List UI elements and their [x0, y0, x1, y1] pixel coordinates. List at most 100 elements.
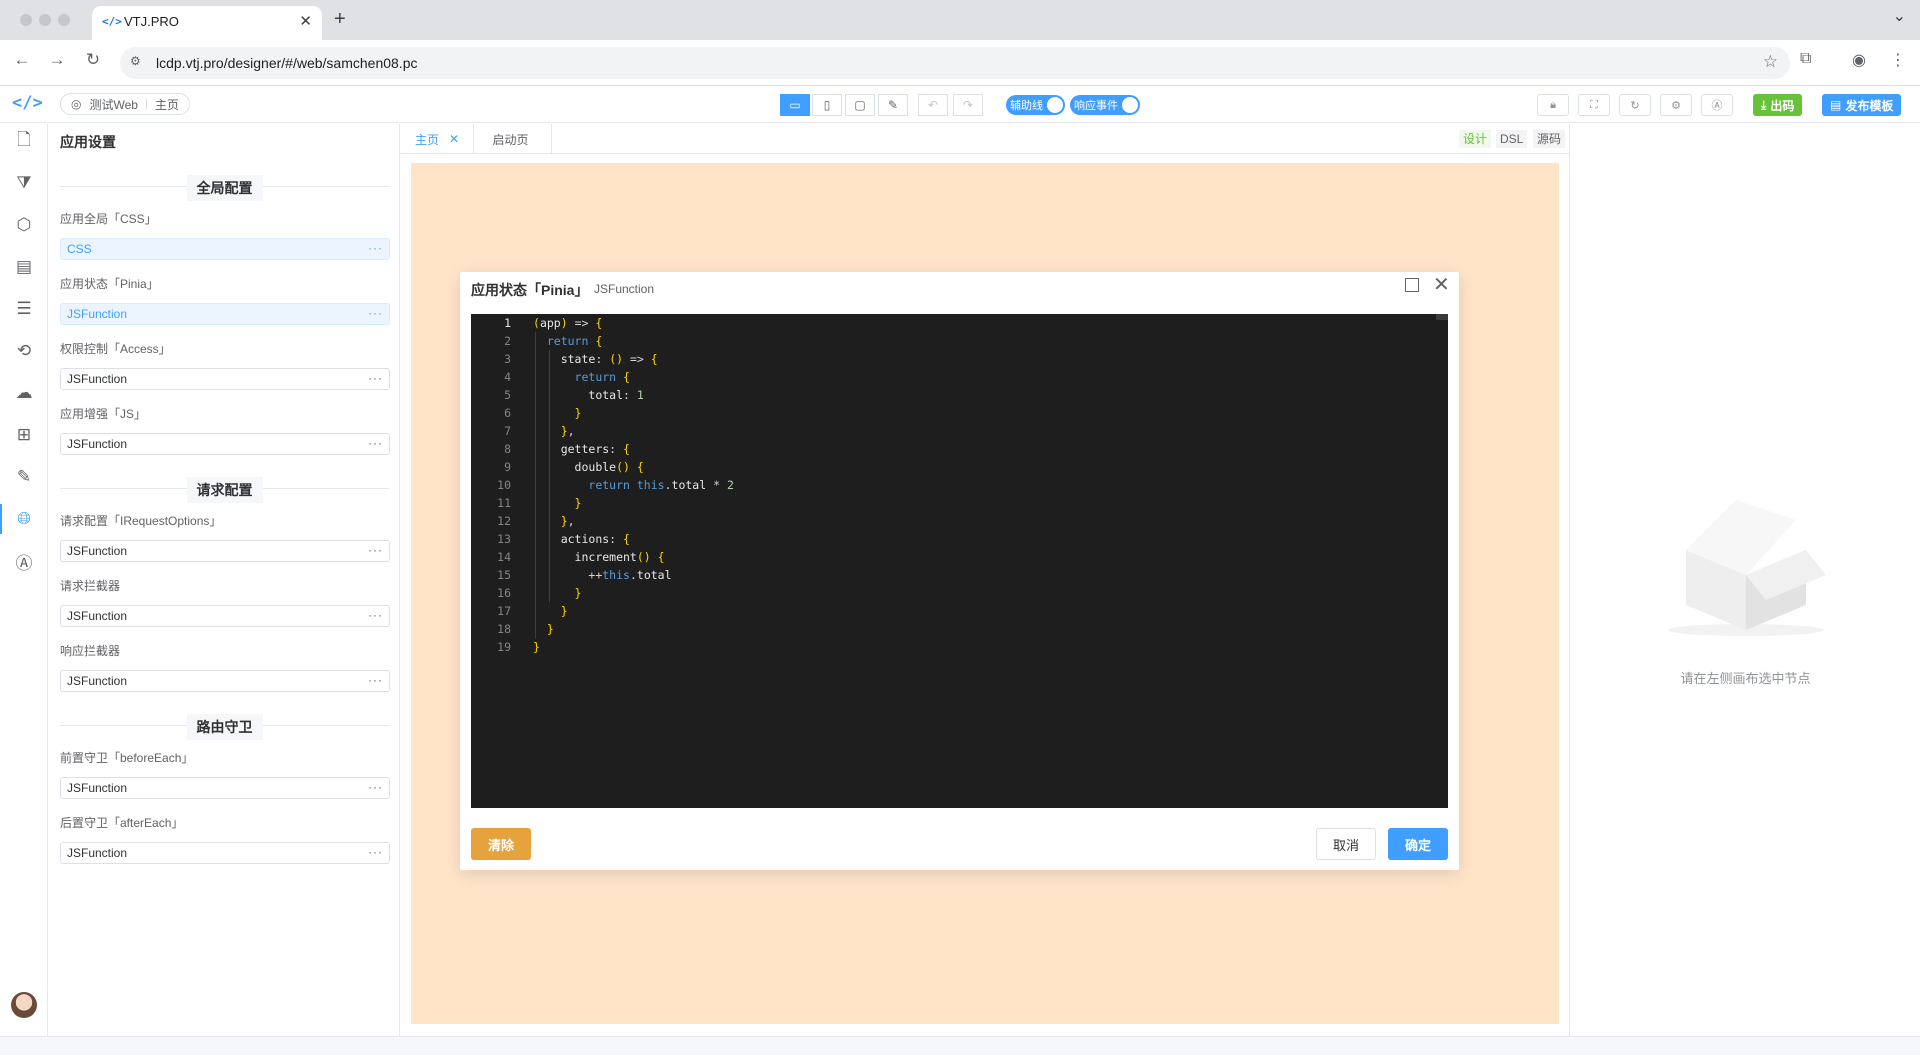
- code-line[interactable]: increment() {: [533, 550, 665, 568]
- tab-home[interactable]: 主页 ✕: [401, 124, 475, 154]
- publish-template-button[interactable]: ▤ 发布模板: [1822, 94, 1902, 116]
- extensions-icon[interactable]: ⧉: [1800, 50, 1811, 68]
- guides-toggle[interactable]: 辅助线: [1006, 95, 1065, 115]
- access-field[interactable]: JSFunction ···: [60, 368, 390, 390]
- code-line[interactable]: }: [533, 406, 582, 424]
- close-icon[interactable]: ✕: [1433, 272, 1450, 297]
- forward-arrow-icon[interactable]: →: [45, 50, 69, 70]
- clear-button[interactable]: 清除: [471, 828, 531, 860]
- pages-icon[interactable]: 🗋︎: [0, 126, 48, 156]
- request-interceptor-field[interactable]: JSFunction ···: [60, 605, 390, 627]
- confirm-button[interactable]: 确定: [1388, 828, 1448, 860]
- address-bar[interactable]: ⚙ lcdp.vtj.pro/designer/#/web/samchen08.…: [120, 47, 1790, 79]
- api-cloud-icon[interactable]: ☁: [0, 378, 48, 408]
- events-toggle[interactable]: 响应事件: [1070, 95, 1140, 115]
- history-icon[interactable]: ⟲: [0, 336, 48, 366]
- view-design-button[interactable]: 设计: [1459, 130, 1492, 148]
- code-line[interactable]: }: [533, 586, 582, 604]
- code-line[interactable]: },: [533, 424, 575, 442]
- profile-icon[interactable]: ◉: [1852, 50, 1866, 70]
- request-options-field[interactable]: JSFunction ···: [60, 540, 390, 562]
- js-enhance-field[interactable]: JSFunction ···: [60, 433, 390, 455]
- after-each-field[interactable]: JSFunction ···: [60, 842, 390, 864]
- back-arrow-icon[interactable]: ←: [10, 50, 34, 70]
- tab-search-chevron-icon[interactable]: ⌄: [1893, 6, 1906, 26]
- plugin-icon[interactable]: ⧩: [0, 168, 48, 198]
- maximize-icon[interactable]: [1405, 278, 1419, 292]
- more-icon[interactable]: ···: [368, 670, 383, 690]
- view-dsl-button[interactable]: DSL: [1496, 130, 1528, 148]
- bookmark-star-icon[interactable]: ☆: [1763, 52, 1778, 72]
- code-line[interactable]: getters: {: [533, 442, 630, 460]
- panel-title: 应用设置: [60, 134, 116, 150]
- ai-icon[interactable]: Ⓐ: [0, 546, 48, 576]
- preview-button[interactable]: ⛶: [1578, 94, 1610, 116]
- redo-button[interactable]: ↷: [953, 94, 983, 116]
- reload-icon[interactable]: ↻: [81, 50, 105, 70]
- code-line[interactable]: }: [533, 622, 554, 640]
- more-icon[interactable]: ···: [368, 433, 383, 453]
- code-line[interactable]: return this.total * 2: [533, 478, 734, 496]
- tab-close-icon[interactable]: ✕: [449, 132, 459, 146]
- response-interceptor-field[interactable]: JSFunction ···: [60, 670, 390, 692]
- cancel-button[interactable]: 取消: [1316, 828, 1376, 860]
- refresh-button[interactable]: ↻: [1619, 94, 1651, 116]
- more-icon[interactable]: ···: [368, 303, 383, 323]
- device-mobile-button[interactable]: ▯: [812, 94, 842, 116]
- device-desktop-button[interactable]: ▭: [780, 94, 810, 116]
- project-name[interactable]: 测试Web: [89, 96, 137, 113]
- device-tablet-button[interactable]: ▢: [845, 94, 875, 116]
- code-line[interactable]: ++this.total: [533, 568, 671, 586]
- code-line[interactable]: (app) => {: [533, 316, 602, 334]
- line-number: 12: [497, 514, 511, 528]
- pinia-field[interactable]: JSFunction ···: [60, 303, 390, 325]
- css-field[interactable]: CSS ···: [60, 238, 390, 260]
- export-code-button[interactable]: ⤓ 出码: [1753, 94, 1803, 116]
- component-icon[interactable]: ⬡: [0, 210, 48, 240]
- settings-button[interactable]: ⚙: [1660, 94, 1692, 116]
- code-line[interactable]: return {: [533, 334, 602, 352]
- more-icon[interactable]: ···: [368, 368, 383, 388]
- editor-scrollbar[interactable]: [1436, 314, 1448, 320]
- undo-button[interactable]: ↶: [918, 94, 948, 116]
- more-icon[interactable]: ···: [368, 238, 383, 258]
- globe-icon[interactable]: 🌐︎: [0, 504, 48, 534]
- current-page-name[interactable]: 主页: [155, 96, 179, 113]
- layout-icon[interactable]: ▤: [0, 252, 48, 282]
- site-settings-icon[interactable]: ⚙: [130, 54, 141, 68]
- before-each-field[interactable]: JSFunction ···: [60, 777, 390, 799]
- code-line[interactable]: return {: [533, 370, 630, 388]
- view-source-button[interactable]: 源码: [1533, 130, 1566, 148]
- tab-close-icon[interactable]: ✕: [299, 12, 312, 30]
- ai-assist-button[interactable]: Ⓐ: [1701, 94, 1733, 116]
- user-avatar[interactable]: [11, 992, 37, 1018]
- more-icon[interactable]: ···: [368, 777, 383, 797]
- code-editor[interactable]: 1 2 3 4 5 6 7 8 9 10 11 12 13 14 15 16 17 18 19 (app) => {…: [471, 314, 1448, 808]
- code-line[interactable]: total: 1: [533, 388, 643, 406]
- lock-button[interactable]: 🔒︎: [1537, 94, 1569, 116]
- browser-tab[interactable]: </> VTJ.PRO ✕: [92, 6, 322, 40]
- window-close-dot[interactable]: [20, 14, 32, 26]
- apps-icon[interactable]: ⊞: [0, 420, 48, 450]
- code-line[interactable]: },: [533, 514, 575, 532]
- more-icon[interactable]: ···: [368, 605, 383, 625]
- code-line[interactable]: }: [533, 604, 568, 622]
- code-line[interactable]: }: [533, 496, 582, 514]
- code-line[interactable]: state: () => {: [533, 352, 658, 370]
- window-zoom-dot[interactable]: [58, 14, 70, 26]
- code-line[interactable]: actions: {: [533, 532, 630, 550]
- tab-launch[interactable]: 启动页: [470, 124, 552, 154]
- code-line[interactable]: double() {: [533, 460, 644, 478]
- code-line[interactable]: }: [533, 640, 540, 658]
- edit-doc-icon[interactable]: ✎: [0, 462, 48, 492]
- outline-icon[interactable]: ☰: [0, 294, 48, 324]
- more-icon[interactable]: ···: [368, 540, 383, 560]
- window-minimize-dot[interactable]: [39, 14, 51, 26]
- more-icon[interactable]: ···: [368, 842, 383, 862]
- device-custom-button[interactable]: ✎: [878, 94, 908, 116]
- new-tab-icon[interactable]: +: [334, 8, 346, 31]
- project-breadcrumb[interactable]: ◎ 测试Web 主页: [60, 93, 190, 115]
- vtj-logo-icon[interactable]: </>: [12, 93, 43, 113]
- url-text[interactable]: lcdp.vtj.pro/designer/#/web/samchen08.pc: [156, 55, 417, 71]
- browser-menu-icon[interactable]: ⋮: [1890, 50, 1906, 70]
